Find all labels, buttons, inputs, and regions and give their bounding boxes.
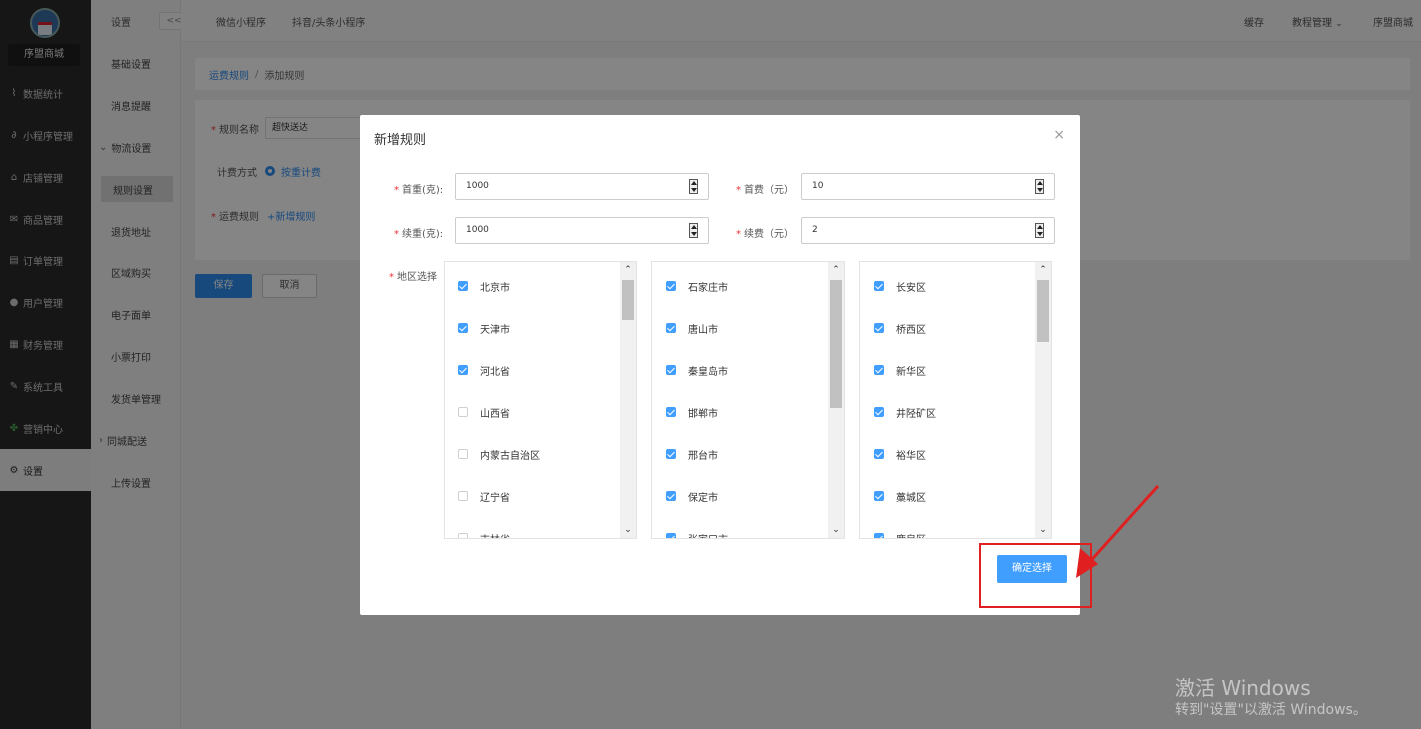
- checkbox[interactable]: [458, 491, 468, 501]
- city-list[interactable]: 石家庄市 唐山市 秦皇岛市 邯郸市 邢台市 保定市 张家口市 ⌃ ⌄: [651, 261, 845, 539]
- chevron-down-icon[interactable]: ⌄: [828, 522, 844, 538]
- region-label: * 地区选择: [389, 272, 437, 283]
- chevron-up-icon[interactable]: ⌃: [828, 262, 844, 278]
- checkbox[interactable]: [666, 323, 676, 333]
- number-spinner-icon[interactable]: [1035, 179, 1044, 194]
- checkbox[interactable]: [458, 323, 468, 333]
- first-fee-label: * 首费（元）: [736, 185, 794, 196]
- list-item[interactable]: 鹿泉区: [874, 528, 926, 538]
- scrollbar-thumb[interactable]: [830, 280, 842, 408]
- number-spinner-icon[interactable]: [1035, 223, 1044, 238]
- extra-fee-value: 2: [812, 225, 818, 235]
- list-item[interactable]: 邯郸市: [666, 402, 718, 422]
- checkbox[interactable]: [874, 281, 884, 291]
- list-item[interactable]: 桥西区: [874, 318, 926, 338]
- checkbox[interactable]: [874, 449, 884, 459]
- list-item[interactable]: 邢台市: [666, 444, 718, 464]
- list-item[interactable]: 石家庄市: [666, 276, 728, 296]
- scrollbar-thumb[interactable]: [1037, 280, 1049, 342]
- checkbox[interactable]: [458, 533, 468, 538]
- checkbox[interactable]: [458, 365, 468, 375]
- checkbox[interactable]: [874, 533, 884, 538]
- checkbox[interactable]: [666, 449, 676, 459]
- first-weight-label: * 首重(克):: [394, 185, 444, 196]
- dialog-title: 新增规则: [374, 133, 427, 148]
- scrollbar[interactable]: ⌃ ⌄: [1035, 262, 1051, 538]
- activation-watermark-title: 激活 Windows: [1175, 676, 1311, 700]
- list-item[interactable]: 长安区: [874, 276, 926, 296]
- scrollbar[interactable]: ⌃ ⌄: [828, 262, 844, 538]
- checkbox[interactable]: [666, 281, 676, 291]
- list-item[interactable]: 井陉矿区: [874, 402, 936, 422]
- chevron-up-icon[interactable]: ⌃: [1035, 262, 1051, 278]
- extra-weight-input[interactable]: 1000: [455, 217, 709, 244]
- first-weight-input[interactable]: 1000: [455, 173, 709, 200]
- checkbox[interactable]: [874, 365, 884, 375]
- activation-watermark-subtitle: 转到"设置"以激活 Windows。: [1175, 702, 1367, 718]
- list-item[interactable]: 吉林省: [458, 528, 510, 538]
- close-icon[interactable]: ×: [1053, 127, 1065, 143]
- list-item[interactable]: 裕华区: [874, 444, 926, 464]
- number-spinner-icon[interactable]: [689, 223, 698, 238]
- first-weight-value: 1000: [466, 181, 489, 191]
- list-item[interactable]: 内蒙古自治区: [458, 444, 540, 464]
- extra-fee-label: * 续费（元）: [736, 229, 794, 240]
- district-list[interactable]: 长安区 桥西区 新华区 井陉矿区 裕华区 藁城区 鹿泉区 ⌃ ⌄: [859, 261, 1052, 539]
- number-spinner-icon[interactable]: [689, 179, 698, 194]
- checkbox[interactable]: [666, 365, 676, 375]
- checkbox[interactable]: [874, 491, 884, 501]
- list-item[interactable]: 新华区: [874, 360, 926, 380]
- extra-weight-value: 1000: [466, 225, 489, 235]
- province-list[interactable]: 北京市 天津市 河北省 山西省 内蒙古自治区 辽宁省 吉林省 ⌃ ⌄: [444, 261, 637, 539]
- checkbox[interactable]: [666, 491, 676, 501]
- list-item[interactable]: 天津市: [458, 318, 510, 338]
- checkbox[interactable]: [458, 449, 468, 459]
- list-item[interactable]: 保定市: [666, 486, 718, 506]
- arrow-annotation-icon: [1076, 484, 1160, 578]
- checkbox[interactable]: [874, 323, 884, 333]
- checkbox[interactable]: [666, 407, 676, 417]
- checkbox[interactable]: [458, 281, 468, 291]
- list-item[interactable]: 张家口市: [666, 528, 728, 538]
- checkbox[interactable]: [666, 533, 676, 538]
- extra-weight-label: * 续重(克):: [394, 229, 444, 240]
- list-item[interactable]: 河北省: [458, 360, 510, 380]
- scrollbar[interactable]: ⌃ ⌄: [620, 262, 636, 538]
- list-item[interactable]: 秦皇岛市: [666, 360, 728, 380]
- list-item[interactable]: 北京市: [458, 276, 510, 296]
- first-fee-input[interactable]: 10: [801, 173, 1055, 200]
- list-item[interactable]: 辽宁省: [458, 486, 510, 506]
- list-item[interactable]: 山西省: [458, 402, 510, 422]
- scrollbar-thumb[interactable]: [622, 280, 634, 320]
- extra-fee-input[interactable]: 2: [801, 217, 1055, 244]
- add-rule-dialog: 新增规则 × * 首重(克): 1000 * 首费（元） 10 * 续重(克): 10…: [360, 115, 1080, 615]
- first-fee-value: 10: [812, 181, 824, 191]
- checkbox[interactable]: [458, 407, 468, 417]
- chevron-down-icon[interactable]: ⌄: [620, 522, 636, 538]
- list-item[interactable]: 唐山市: [666, 318, 718, 338]
- chevron-down-icon[interactable]: ⌄: [1035, 522, 1051, 538]
- list-item[interactable]: 藁城区: [874, 486, 926, 506]
- chevron-up-icon[interactable]: ⌃: [620, 262, 636, 278]
- checkbox[interactable]: [874, 407, 884, 417]
